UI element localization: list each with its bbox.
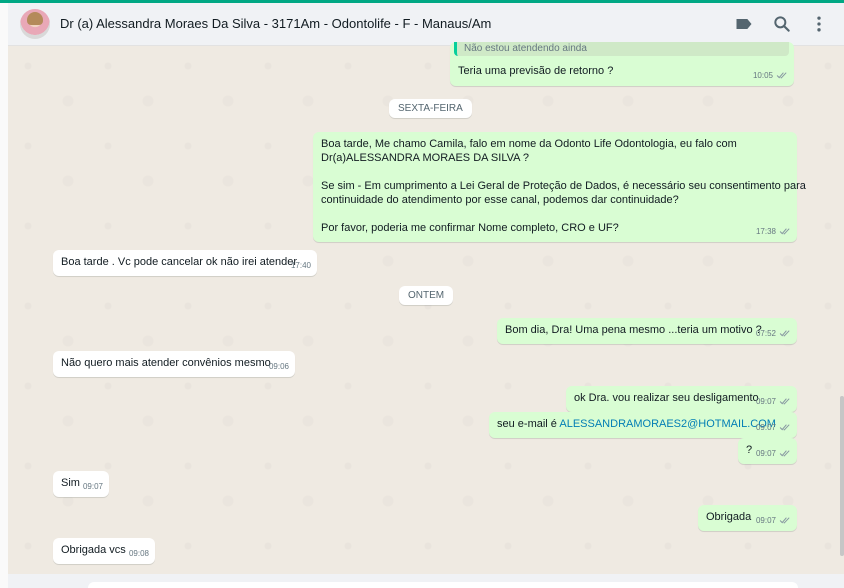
message-input[interactable]	[88, 582, 798, 588]
message-text-line: Se sim - Em cumprimento a Lei Geral de P…	[321, 180, 806, 192]
message-time: 09:07	[755, 449, 776, 458]
message-text-line: Dr(a)ALESSANDRA MORAES DA SILVA ?	[321, 152, 530, 164]
message-text: Bom dia, Dra! Uma pena mesmo ...teria um…	[505, 324, 762, 336]
message-time: 17:38	[755, 227, 776, 236]
message-incoming[interactable]: Boa tarde . Vc pode cancelar ok não irei…	[53, 250, 317, 276]
message-text-line: Por favor, poderia me confirmar Nome com…	[321, 222, 619, 234]
double-check-icon	[779, 228, 790, 235]
double-check-icon	[779, 330, 790, 337]
double-check-icon	[776, 72, 787, 79]
menu-dots-icon[interactable]	[809, 14, 829, 34]
search-icon[interactable]	[772, 14, 792, 34]
left-panel-edge	[0, 3, 8, 588]
double-check-icon	[779, 424, 790, 431]
message-outgoing[interactable]: Obrigada 09:07	[698, 505, 797, 531]
message-outgoing[interactable]: Não estou atendendo ainda Teria uma prev…	[450, 42, 794, 86]
message-text: Boa tarde . Vc pode cancelar ok não irei…	[61, 256, 298, 268]
message-text-line: continuidade do atendimento por esse can…	[321, 194, 679, 206]
email-link[interactable]: ALESSANDRAMORAES2@HOTMAIL.COM	[559, 418, 776, 430]
message-outgoing[interactable]: ? 09:07	[738, 438, 797, 464]
message-time: 09:07	[755, 397, 776, 406]
message-time: 09:07	[82, 482, 103, 491]
message-incoming[interactable]: Sim 09:07	[53, 471, 109, 497]
date-separator: ONTEM	[399, 286, 454, 305]
message-time: 10:05	[752, 71, 773, 80]
message-outgoing[interactable]: ok Dra. vou realizar seu desligamento 09…	[566, 386, 797, 412]
message-text: Não quero mais atender convênios mesmo	[61, 357, 271, 369]
double-check-icon	[779, 398, 790, 405]
composer-bar	[8, 574, 844, 588]
message-text: seu e-mail é ALESSANDRAMORAES2@HOTMAIL.C…	[497, 418, 776, 430]
message-text: Teria uma previsão de retorno ?	[458, 65, 614, 77]
message-outgoing[interactable]: seu e-mail é ALESSANDRAMORAES2@HOTMAIL.C…	[489, 412, 797, 438]
double-check-icon	[779, 517, 790, 524]
message-outgoing[interactable]: Boa tarde, Me chamo Camila, falo em nome…	[313, 132, 806, 242]
message-time: 09:08	[128, 549, 149, 558]
chat-header[interactable]: Dr (a) Alessandra Moraes Da Silva - 3171…	[8, 3, 844, 46]
message-text-line: Boa tarde, Me chamo Camila, falo em nome…	[321, 138, 737, 150]
message-time: 09:06	[268, 362, 289, 371]
quoted-message[interactable]: Não estou atendendo ainda	[454, 42, 789, 56]
double-check-icon	[779, 450, 790, 457]
scrollbar[interactable]	[840, 396, 844, 556]
chat-title[interactable]: Dr (a) Alessandra Moraes Da Silva - 3171…	[60, 16, 491, 31]
message-time: 17:40	[290, 261, 311, 270]
message-time: 09:07	[755, 423, 776, 432]
message-time: 09:07	[755, 516, 776, 525]
label-icon[interactable]	[734, 14, 754, 34]
message-outgoing[interactable]: Bom dia, Dra! Uma pena mesmo ...teria um…	[497, 318, 797, 344]
message-time: 07:52	[755, 329, 776, 338]
avatar[interactable]	[20, 9, 50, 39]
chat-window: Dr (a) Alessandra Moraes Da Silva - 3171…	[8, 3, 844, 588]
date-separator: SEXTA-FEIRA	[389, 99, 472, 118]
message-incoming[interactable]: Obrigada vcs 09:08	[53, 538, 155, 564]
message-list[interactable]: Não estou atendendo ainda Teria uma prev…	[8, 42, 844, 574]
message-incoming[interactable]: Não quero mais atender convênios mesmo 0…	[53, 351, 295, 377]
